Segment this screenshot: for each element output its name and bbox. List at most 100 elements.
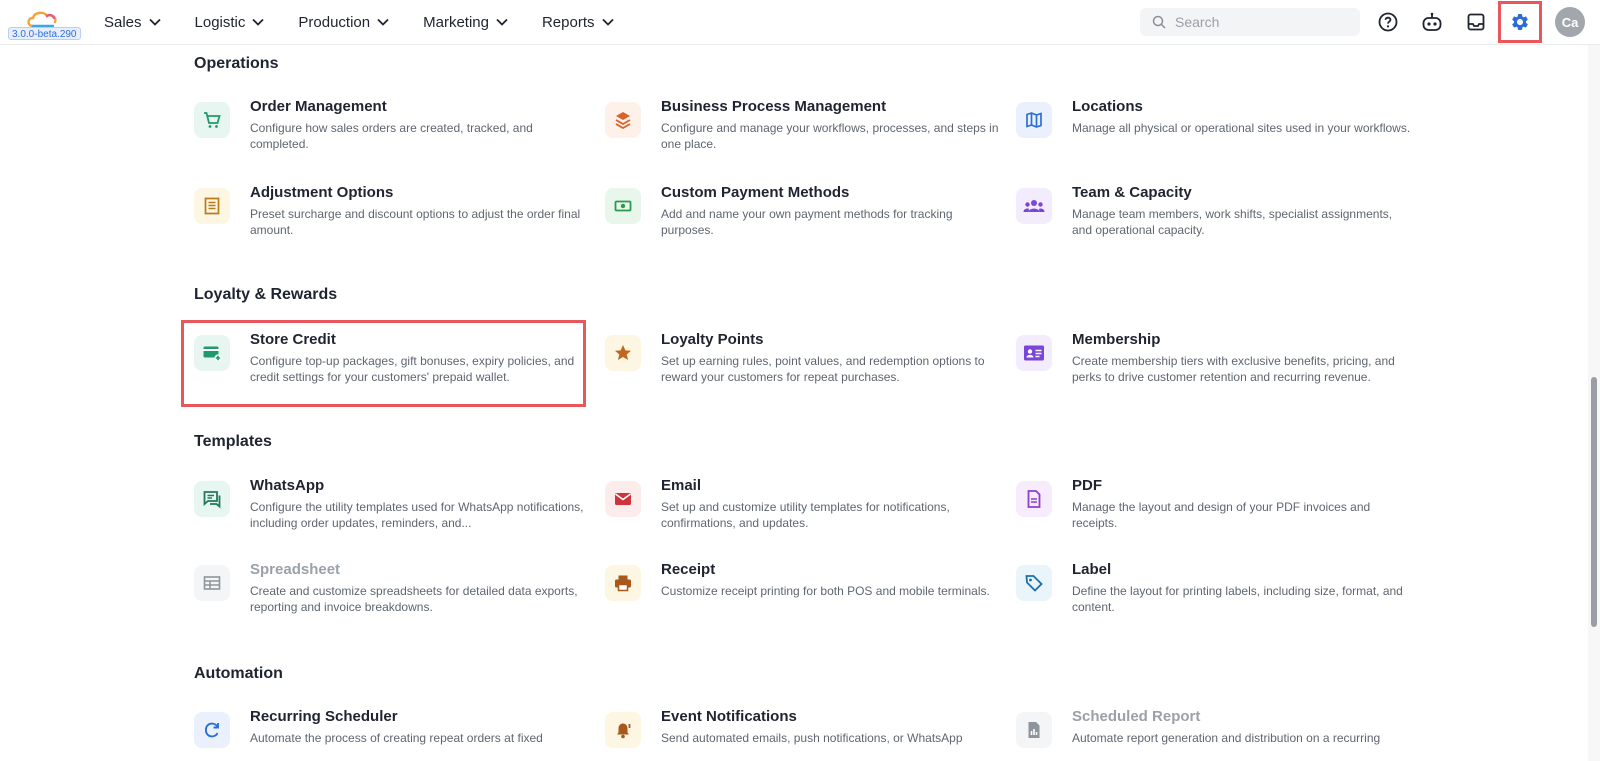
card-title: Membership <box>1072 331 1161 348</box>
report-icon <box>1016 712 1052 748</box>
card-adjustment-options[interactable]: Adjustment Options Preset surcharge and … <box>194 184 594 254</box>
card-description: Set up earning rules, point values, and … <box>661 354 985 384</box>
card-event-notifications[interactable]: Event Notifications Send automated email… <box>605 708 1005 761</box>
star-icon <box>605 335 641 371</box>
card-description: Set up and customize utility templates f… <box>661 500 950 530</box>
help-icon <box>1378 12 1398 32</box>
card-email[interactable]: Email Set up and customize utility templ… <box>605 477 1005 547</box>
money-icon <box>605 188 641 224</box>
nav-logistic[interactable]: Logistic <box>195 14 265 31</box>
card-description: Manage team members, work shifts, specia… <box>1072 207 1393 237</box>
card-description: Configure top-up packages, gift bonuses,… <box>250 354 575 384</box>
card-membership[interactable]: Membership Create membership tiers with … <box>1016 331 1416 401</box>
layers-icon <box>605 102 641 138</box>
id-card-icon <box>1016 335 1052 371</box>
card-description: Manage all physical or operational sites… <box>1072 121 1411 135</box>
card-title: Business Process Management <box>661 98 887 115</box>
card-title: Custom Payment Methods <box>661 184 850 201</box>
card-description: Create and customize spreadsheets for de… <box>250 584 578 614</box>
main-nav: Sales Logistic Production Marketing Repo… <box>104 0 648 44</box>
card-description: Automate the process of creating repeat … <box>250 731 543 745</box>
version-badge: 3.0.0-beta.290 <box>8 27 81 40</box>
map-icon <box>1016 102 1052 138</box>
card-description: Configure how sales orders are created, … <box>250 121 533 151</box>
card-description: Create membership tiers with exclusive b… <box>1072 354 1395 384</box>
card-description: Send automated emails, push notification… <box>661 731 963 745</box>
card-team-capacity[interactable]: Team & Capacity Manage team members, wor… <box>1016 184 1416 254</box>
card-title: Team & Capacity <box>1072 184 1192 201</box>
chat-icon <box>194 481 230 517</box>
card-description: Preset surcharge and discount options to… <box>250 207 581 237</box>
card-title: Loyalty Points <box>661 331 764 348</box>
card-receipt[interactable]: Receipt Customize receipt printing for b… <box>605 561 1005 631</box>
card-title: WhatsApp <box>250 477 325 494</box>
top-navigation-bar: 3.0.0-beta.290 Sales Logistic Production… <box>0 0 1600 45</box>
document-icon <box>1016 481 1052 517</box>
chevron-down-icon <box>377 18 389 26</box>
robot-icon <box>1422 12 1442 31</box>
card-description: Manage the layout and design of your PDF… <box>1072 500 1371 530</box>
card-pdf[interactable]: PDF Manage the layout and design of your… <box>1016 477 1416 547</box>
card-store-credit[interactable]: Store Credit Configure top-up packages, … <box>194 331 594 401</box>
card-title: Recurring Scheduler <box>250 708 398 725</box>
card-title: Receipt <box>661 561 716 578</box>
cart-icon <box>194 102 230 138</box>
card-description: Automate report generation and distribut… <box>1072 731 1381 745</box>
search-box[interactable] <box>1140 8 1360 36</box>
section-title-operations: Operations <box>194 55 279 72</box>
card-title: Event Notifications <box>661 708 797 725</box>
card-plus-icon <box>194 335 230 371</box>
card-description: Define the layout for printing labels, i… <box>1072 584 1403 614</box>
card-title: Store Credit <box>250 331 336 348</box>
card-title: Adjustment Options <box>250 184 394 201</box>
nav-reports[interactable]: Reports <box>542 14 614 31</box>
card-order-management[interactable]: Order Management Configure how sales ord… <box>194 98 594 168</box>
gear-icon <box>1512 13 1528 30</box>
inbox-button[interactable] <box>1462 8 1490 36</box>
card-title: Locations <box>1072 98 1143 115</box>
section-title-templates: Templates <box>194 433 272 450</box>
card-title: PDF <box>1072 477 1102 494</box>
card-scheduled-report[interactable]: Scheduled Report Automate report generat… <box>1016 708 1416 761</box>
card-label[interactable]: Label Define the layout for printing lab… <box>1016 561 1416 631</box>
card-title: Email <box>661 477 702 494</box>
inbox-icon <box>1467 13 1485 31</box>
card-title: Scheduled Report <box>1072 708 1201 725</box>
printer-icon <box>605 565 641 601</box>
help-button[interactable] <box>1374 8 1402 36</box>
tag-icon <box>1016 565 1052 601</box>
section-title-loyalty: Loyalty & Rewards <box>194 286 338 303</box>
card-title: Order Management <box>250 98 387 115</box>
chevron-down-icon <box>496 18 508 26</box>
card-custom-payment-methods[interactable]: Custom Payment Methods Add and name your… <box>605 184 1005 254</box>
card-description: Customize receipt printing for both POS … <box>661 584 990 598</box>
settings-button[interactable] <box>1498 1 1542 43</box>
assistant-button[interactable] <box>1418 8 1446 36</box>
card-description: Configure and manage your workflows, pro… <box>661 121 999 151</box>
card-title: Label <box>1072 561 1112 578</box>
refresh-icon <box>194 712 230 748</box>
table-icon <box>194 565 230 601</box>
settings-content: Operations Order Management Configure ho… <box>0 45 1588 761</box>
card-loyalty-points[interactable]: Loyalty Points Set up earning rules, poi… <box>605 331 1005 401</box>
card-description: Configure the utility templates used for… <box>250 500 584 530</box>
nav-sales[interactable]: Sales <box>104 14 161 31</box>
card-whatsapp[interactable]: WhatsApp Configure the utility templates… <box>194 477 594 547</box>
card-locations[interactable]: Locations Manage all physical or operati… <box>1016 98 1416 168</box>
section-title-automation: Automation <box>194 665 283 682</box>
search-input[interactable] <box>1175 14 1355 30</box>
scrollbar-thumb[interactable] <box>1591 377 1597 627</box>
card-business-process-management[interactable]: Business Process Management Configure an… <box>605 98 1005 168</box>
nav-marketing[interactable]: Marketing <box>423 14 508 31</box>
nav-production[interactable]: Production <box>298 14 389 31</box>
card-recurring-scheduler[interactable]: Recurring Scheduler Automate the process… <box>194 708 594 761</box>
bell-icon <box>605 712 641 748</box>
list-icon <box>194 188 230 224</box>
card-title: Spreadsheet <box>250 561 341 578</box>
chevron-down-icon <box>148 18 161 26</box>
chevron-down-icon <box>252 18 265 26</box>
card-description: Add and name your own payment methods fo… <box>661 207 953 237</box>
search-icon <box>1152 15 1166 29</box>
user-avatar[interactable]: Ca <box>1555 7 1585 37</box>
card-spreadsheet[interactable]: Spreadsheet Create and customize spreads… <box>194 561 594 631</box>
